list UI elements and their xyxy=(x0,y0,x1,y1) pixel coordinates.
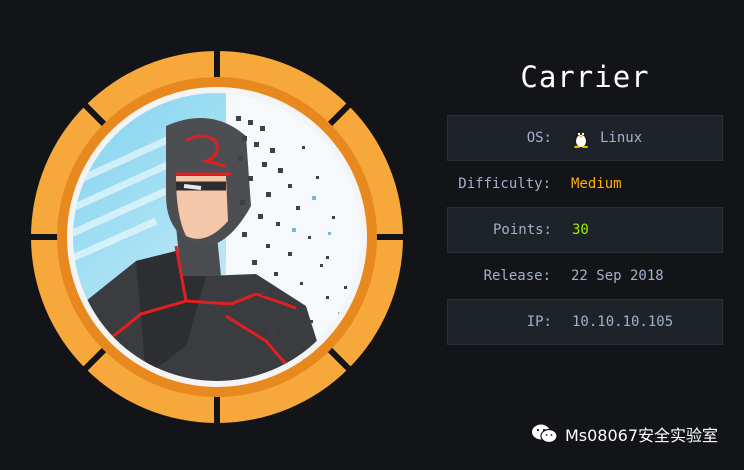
ip-label: IP: xyxy=(526,314,552,330)
machine-name: Carrier xyxy=(520,60,650,94)
release-label: Release: xyxy=(483,268,551,284)
points-label: Points: xyxy=(492,222,552,238)
release-value: 22 Sep 2018 xyxy=(571,268,664,284)
points-row: Points: 30 xyxy=(447,207,723,253)
watermark-text: Ms08067安全实验室 xyxy=(564,426,718,445)
difficulty-value: Medium xyxy=(571,176,622,192)
os-value: Linux xyxy=(600,130,643,146)
release-row: Release: 22 Sep 2018 xyxy=(447,253,723,299)
machine-avatar xyxy=(26,46,408,428)
difficulty-label: Difficulty: xyxy=(458,176,551,192)
points-value: 30 xyxy=(572,222,589,238)
linux-tux-icon xyxy=(572,128,590,149)
wechat-icon xyxy=(531,424,558,444)
difficulty-row: Difficulty: Medium xyxy=(447,161,723,207)
machine-info-table: OS: Linux Difficulty: Medium Points: 30 … xyxy=(447,115,723,345)
watermark: Ms08067安全实验室 xyxy=(531,422,718,446)
os-row: OS: Linux xyxy=(447,115,723,161)
machine-card: Carrier OS: Linux Difficulty: Medium Poi… xyxy=(0,0,744,470)
os-label: OS: xyxy=(526,130,552,146)
ip-row: IP: 10.10.10.105 xyxy=(447,299,723,345)
os-value-wrap: Linux xyxy=(572,128,643,149)
ip-value: 10.10.10.105 xyxy=(572,314,674,330)
